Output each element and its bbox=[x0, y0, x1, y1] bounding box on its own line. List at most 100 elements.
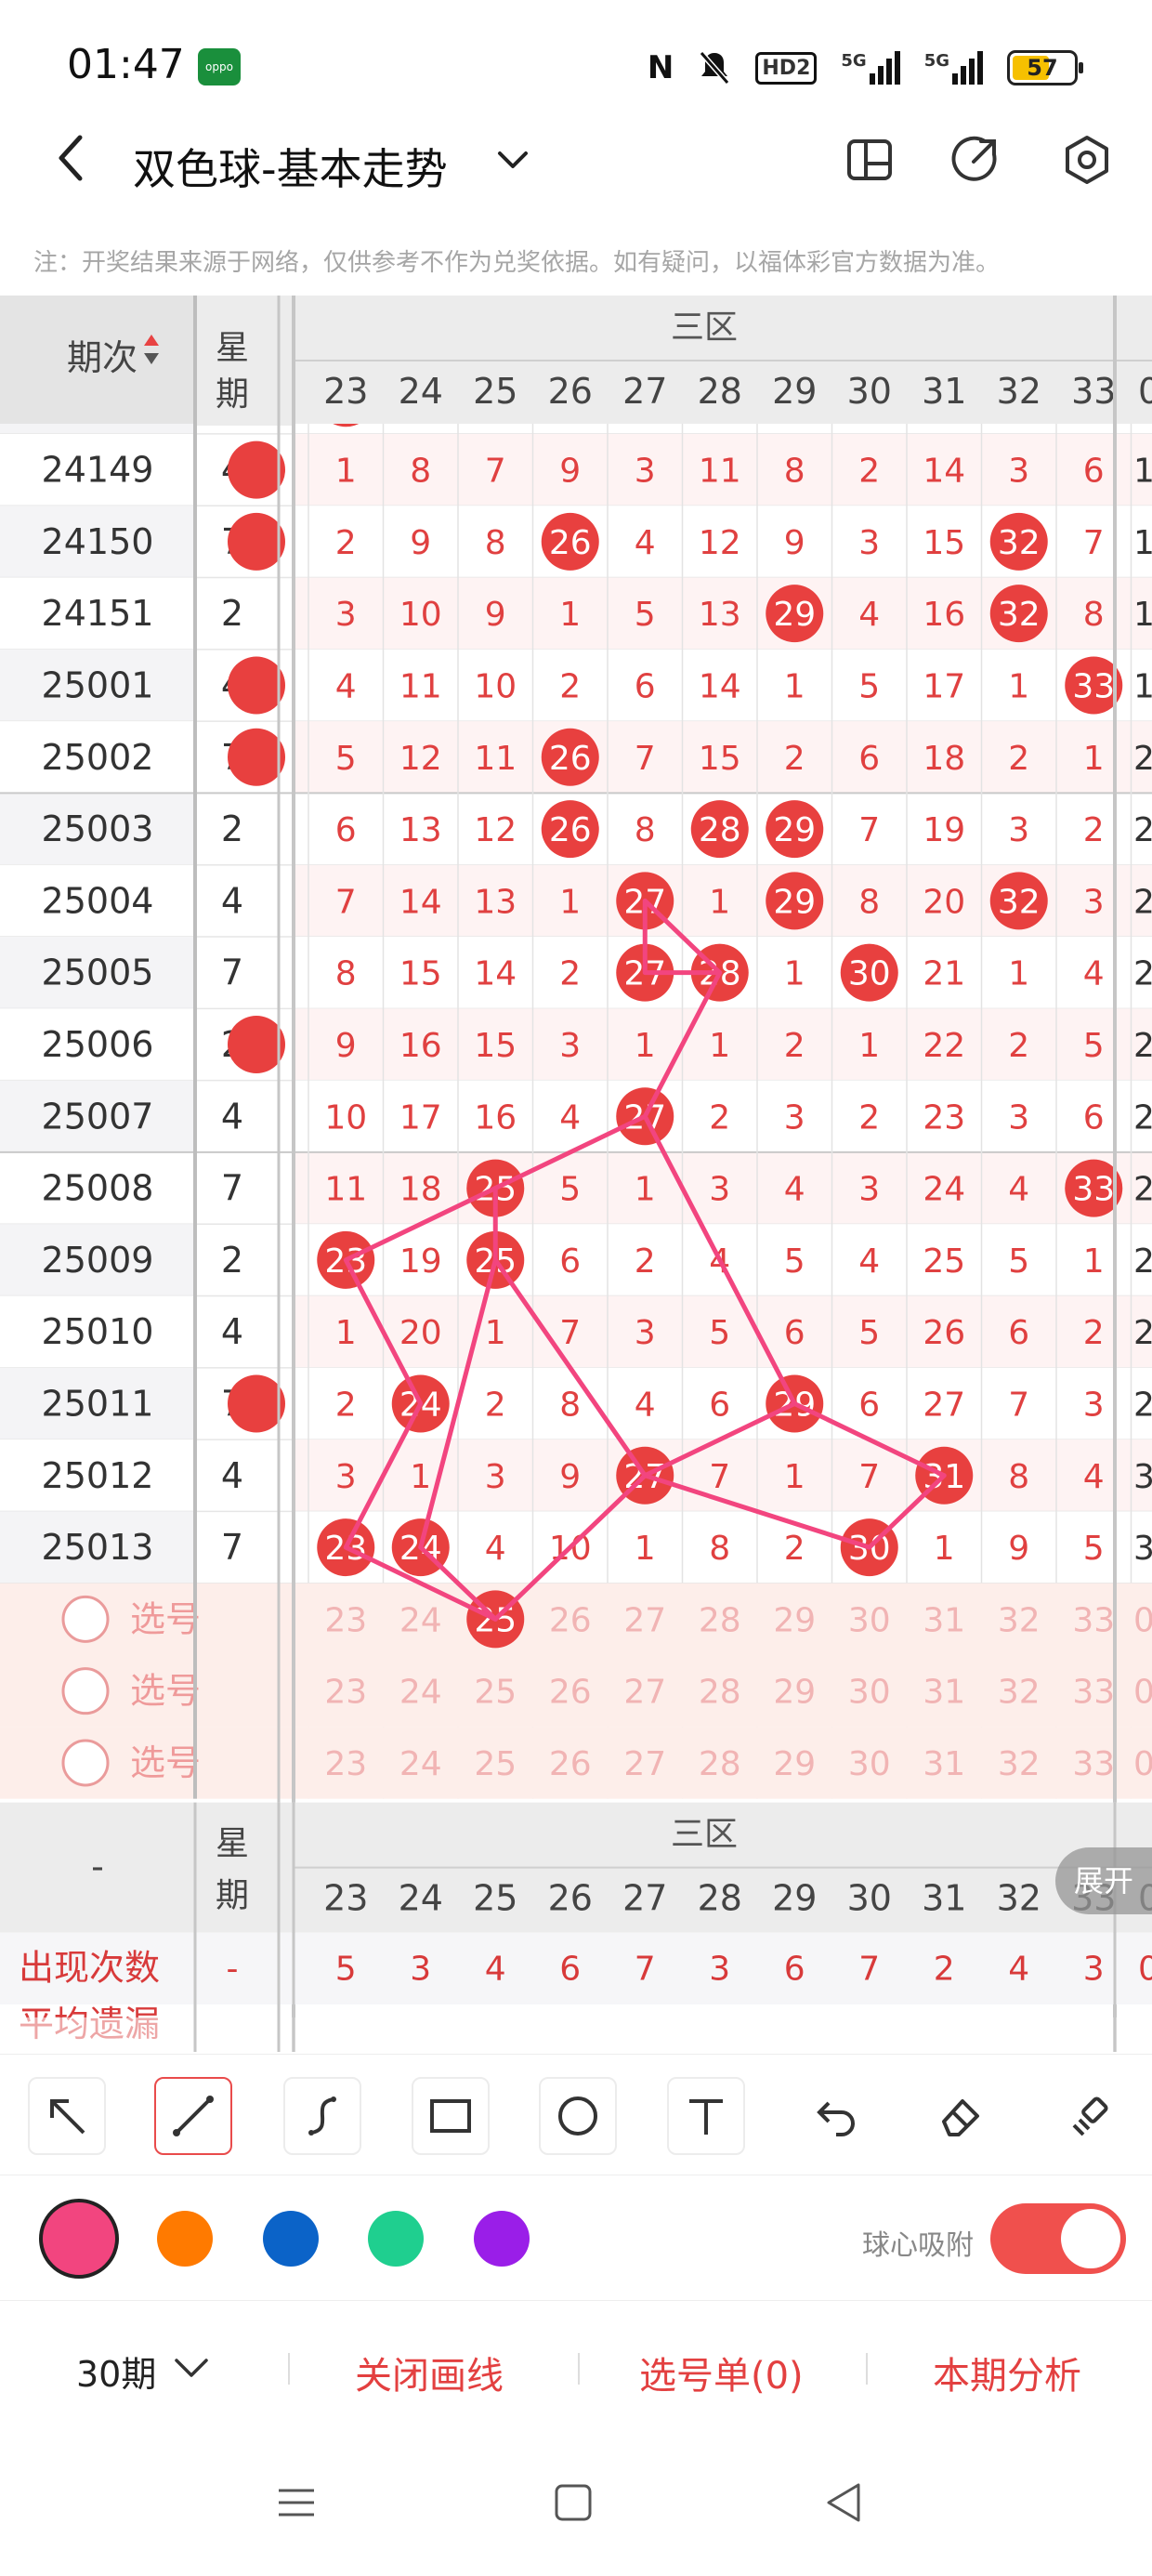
omission-value: 12 bbox=[699, 524, 741, 562]
pick-number: 30 bbox=[848, 1745, 891, 1783]
disclaimer-notice: 注：开奖结果来源于网络，仅供参考不作为兑奖依据。如有疑问，以福体彩官方数据为准。 bbox=[33, 249, 1001, 277]
summary-weekday: - bbox=[227, 1951, 239, 1989]
edge-cell: 2 bbox=[1133, 1027, 1152, 1065]
line-tool-icon[interactable] bbox=[154, 2077, 232, 2155]
omission-value: 4 bbox=[1083, 955, 1105, 993]
period-cell: 25001 bbox=[42, 664, 154, 705]
select-arrow-icon[interactable] bbox=[28, 2077, 106, 2155]
drawing-toolbar bbox=[0, 2054, 1152, 2175]
pick-number: 33 bbox=[1072, 1674, 1115, 1712]
omission-value: 6 bbox=[709, 1386, 730, 1424]
color-swatch-pink[interactable] bbox=[39, 2199, 119, 2279]
hit-number: 30 bbox=[848, 955, 891, 993]
layout-icon[interactable] bbox=[844, 134, 896, 186]
omission-value: 5 bbox=[335, 740, 357, 778]
hit-number: 33 bbox=[1072, 667, 1115, 705]
pick-number: 25 bbox=[474, 1745, 517, 1783]
summary-value: 4 bbox=[1008, 1951, 1029, 1989]
pick-radio bbox=[61, 1667, 110, 1715]
column-header-partial: 0 bbox=[1138, 371, 1152, 412]
menu-icon[interactable] bbox=[273, 2479, 320, 2526]
color-palette: 球心吸附 bbox=[0, 2175, 1152, 2300]
partial-ball bbox=[228, 440, 285, 499]
clear-icon[interactable] bbox=[1050, 2077, 1128, 2155]
pick-list-button[interactable]: 选号单(0) bbox=[639, 2346, 804, 2399]
signal-5g-icon: 5G bbox=[924, 51, 983, 85]
omission-value: 7 bbox=[335, 883, 357, 921]
rectangle-tool-icon[interactable] bbox=[412, 2077, 490, 2155]
omission-value: 1 bbox=[709, 1027, 730, 1065]
omission-value: 9 bbox=[335, 1027, 357, 1065]
pick-number: 24 bbox=[399, 1601, 442, 1639]
close-draw-button[interactable]: 关闭画线 bbox=[355, 2346, 504, 2399]
analysis-button[interactable]: 本期分析 bbox=[933, 2346, 1081, 2399]
curve-tool-icon[interactable] bbox=[283, 2077, 361, 2155]
color-swatch-purple[interactable] bbox=[474, 2211, 530, 2267]
omission-value: 2 bbox=[559, 667, 581, 705]
column-header-24: 24 bbox=[399, 371, 443, 412]
settings-icon[interactable] bbox=[1061, 134, 1113, 186]
expand-button[interactable]: 展开 bbox=[1055, 1847, 1152, 1914]
color-swatch-blue[interactable] bbox=[263, 2211, 319, 2267]
period-select[interactable]: 30期 bbox=[76, 2346, 156, 2397]
page-title[interactable]: 双色球-基本走势 bbox=[133, 136, 448, 197]
omission-value: 5 bbox=[1008, 1242, 1029, 1281]
edge-cell: 2 bbox=[1133, 811, 1152, 849]
omission-value: 2 bbox=[335, 1386, 357, 1424]
system-nav-bar bbox=[0, 2435, 1152, 2576]
omission-value: 1 bbox=[709, 883, 730, 921]
summary-fade bbox=[0, 2017, 1152, 2052]
omission-value: 7 bbox=[485, 453, 506, 491]
omission-value: 17 bbox=[923, 667, 965, 705]
back-icon[interactable] bbox=[45, 130, 100, 186]
column-header-29: 29 bbox=[772, 371, 817, 412]
weekday-header-2: 期 bbox=[216, 375, 249, 414]
summary-weekday-2: 期 bbox=[216, 1877, 249, 1915]
home-icon[interactable] bbox=[550, 2479, 596, 2526]
share-icon[interactable] bbox=[949, 134, 1001, 186]
circle-tool-icon[interactable] bbox=[539, 2077, 617, 2155]
omission-value: 5 bbox=[559, 1171, 581, 1209]
pick-number: 28 bbox=[699, 1601, 741, 1639]
snap-label: 球心吸附 bbox=[862, 2229, 974, 2262]
back-nav-icon[interactable] bbox=[821, 2479, 868, 2526]
bottom-action-bar: 30期 关闭画线 选号单(0) 本期分析 bbox=[0, 2300, 1152, 2435]
edge-cell: 1 bbox=[1133, 596, 1152, 634]
chevron-down-icon[interactable] bbox=[492, 139, 533, 180]
omission-value: 3 bbox=[784, 1098, 805, 1137]
omission-value: 8 bbox=[635, 811, 656, 849]
color-swatch-green[interactable] bbox=[368, 2211, 424, 2267]
hit-number: 32 bbox=[998, 883, 1041, 921]
omission-value: 5 bbox=[1083, 1530, 1105, 1568]
chevron-down-icon[interactable] bbox=[173, 2353, 210, 2383]
omission-value: 4 bbox=[858, 596, 880, 634]
omission-value: 5 bbox=[784, 1242, 805, 1281]
pick-number: 23 bbox=[324, 1674, 367, 1712]
hit-number: 29 bbox=[773, 811, 816, 849]
omission-value: 14 bbox=[923, 453, 965, 491]
weekday-cell: 4 bbox=[221, 880, 243, 921]
omission-value: 11 bbox=[399, 667, 442, 705]
omission-value: 5 bbox=[858, 1314, 880, 1352]
trend-grid[interactable]: 期次星期三区2324252627282930313233024148223768… bbox=[0, 296, 1152, 2052]
text-tool-icon[interactable] bbox=[667, 2077, 745, 2155]
snap-toggle[interactable] bbox=[990, 2203, 1126, 2274]
omission-value: 3 bbox=[1008, 1098, 1029, 1137]
period-cell: 24151 bbox=[42, 593, 154, 634]
omission-value: 10 bbox=[399, 596, 442, 634]
summary-value: 6 bbox=[784, 1951, 805, 1989]
undo-icon[interactable] bbox=[795, 2077, 873, 2155]
omission-value: 20 bbox=[923, 883, 965, 921]
omission-value: 13 bbox=[699, 596, 741, 634]
omission-value: 6 bbox=[1083, 453, 1105, 491]
omission-value: 15 bbox=[923, 524, 965, 562]
column-header-25: 25 bbox=[473, 371, 517, 412]
summary-value: 3 bbox=[1083, 1951, 1105, 1989]
edge-cell: 1 bbox=[1133, 524, 1152, 562]
omission-value: 18 bbox=[923, 740, 965, 778]
color-swatch-orange[interactable] bbox=[157, 2211, 213, 2267]
eraser-icon[interactable] bbox=[922, 2077, 1000, 2155]
omission-value: 1 bbox=[635, 1171, 656, 1209]
partial-ball bbox=[228, 728, 285, 786]
summary-value: 5 bbox=[335, 1951, 357, 1989]
